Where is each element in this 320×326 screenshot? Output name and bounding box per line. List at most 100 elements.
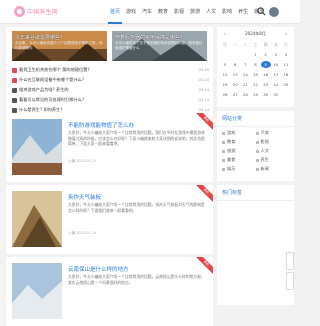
post-title[interactable]: 云南保山是什么样的地方 <box>68 265 129 273</box>
calendar-day[interactable]: 16 <box>261 71 271 78</box>
calendar-day[interactable]: 13 <box>230 71 240 78</box>
calendar-day[interactable]: 10 <box>271 61 281 68</box>
calendar-day[interactable]: 31 <box>271 91 281 98</box>
post-title[interactable]: 不能防游戏能物值了怎么办 <box>68 121 134 129</box>
calendar-header: ‹ 2024年8月 › <box>220 31 291 37</box>
category-list: 游戏 汽车 教育 影视 旅游 人文 美食 养生 娱乐 新闻 <box>217 127 294 175</box>
category-item[interactable]: 人文 <box>256 148 290 154</box>
post-meta: 小编 2022-05-15 <box>68 159 97 163</box>
post-card[interactable]: 不能防游戏能物值了怎么办 大家好，今天小编给大家介绍一个比较常用的话题，我们在平… <box>6 113 213 182</box>
calendar-day[interactable]: 17 <box>271 71 281 78</box>
post-thumbnail <box>12 191 62 247</box>
category-item[interactable]: 汽车 <box>256 130 290 136</box>
card-title: 今年来谷歌需要哪些? <box>15 35 63 41</box>
prev-month-button[interactable]: ‹ <box>224 31 226 37</box>
badge-text: 推荐 <box>193 257 213 276</box>
calendar-day[interactable]: 23 <box>261 81 271 88</box>
calendar-blank <box>220 51 230 58</box>
article-icon <box>12 97 17 103</box>
card-desc: 今天小编带来了关于服务器的常用保障的问题，服务器日常维护需要什么 <box>115 41 203 50</box>
nav-item[interactable]: 旅游 <box>187 0 203 24</box>
calendar-grid: 日一二三四五六 1 2 3 4 5 6 7 8 9 10 11 12 13 14 15 16 17 18 19 20 21… <box>220 41 291 108</box>
nav-item[interactable]: 游戏 <box>123 0 139 24</box>
news-item[interactable]: 相关游戏产品为啥? 养生的 05-14 <box>12 85 209 95</box>
calendar-day[interactable]: 4 <box>281 51 291 58</box>
weekday-label: 四 <box>263 42 268 47</box>
calendar-day[interactable]: 25 <box>281 81 291 88</box>
weekday-label: 一 <box>233 42 238 47</box>
post-title[interactable]: 拆炸天气装板 <box>68 193 101 201</box>
calendar-blank <box>220 101 230 108</box>
calendar-day[interactable]: 12 <box>220 71 230 78</box>
category-item[interactable]: 旅游 <box>222 148 256 154</box>
calendar-day[interactable]: 30 <box>261 91 271 98</box>
news-item[interactable]: 看到卫生机关放在哪个 第的地理位置? 05-15 <box>12 65 209 75</box>
calendar-day[interactable]: 21 <box>240 81 250 88</box>
category-item[interactable]: 影视 <box>256 139 290 145</box>
calendar-day[interactable]: 8 <box>250 61 260 68</box>
calendar-day[interactable]: 6 <box>230 61 240 68</box>
calendar-day[interactable]: 20 <box>230 81 240 88</box>
tags-box: 热门标签 <box>217 185 294 305</box>
next-month-button[interactable]: › <box>285 31 287 37</box>
badge-text: 推荐 <box>193 185 213 204</box>
nav-item[interactable]: 养生 <box>235 0 251 24</box>
tags-title: 热门标签 <box>217 185 294 201</box>
news-title: 看到卫生机关放在哪个 第的地理位置? <box>19 67 90 72</box>
nav-item-home[interactable]: 首页 <box>107 0 123 24</box>
back-to-top-button[interactable] <box>286 272 294 290</box>
calendar-day[interactable]: 11 <box>281 61 291 68</box>
post-badge: 推荐 <box>193 185 213 205</box>
calendar-day[interactable]: 2 <box>261 51 271 58</box>
calendar-day[interactable]: 24 <box>271 81 281 88</box>
post-card[interactable]: 拆炸天气装板 大家好，今天小编给大家介绍一个比较常用的话题，拆炸天气装板对天气的… <box>6 185 213 254</box>
float-button[interactable] <box>286 252 294 270</box>
nav-item[interactable]: 影视 <box>171 0 187 24</box>
category-item[interactable]: 娱乐 <box>222 166 256 172</box>
calendar-day[interactable]: 18 <box>281 71 291 78</box>
post-card[interactable]: 云南保山是什么样的地方 大家好，今天小编给大家介绍一个比较常用的话题，云南保山是… <box>6 257 213 326</box>
featured-card[interactable]: 今年来谷歌需要哪些? 天谷歌，今天小编给你推介几个谷歌搜索引擎和工具，他们能够帮… <box>12 31 107 61</box>
calendar-day[interactable]: 28 <box>240 91 250 98</box>
calendar-day[interactable]: 29 <box>250 91 260 98</box>
news-item[interactable]: 什么在互联网设备中有哪个是什么? 05-15 <box>12 75 209 85</box>
search-icon[interactable] <box>257 7 266 16</box>
news-item[interactable]: 看看可以常见的可处理时打哪什么? 05-14 <box>12 95 209 105</box>
calendar-day[interactable]: 14 <box>240 71 250 78</box>
calendar-day[interactable]: 15 <box>250 71 260 78</box>
nav-item[interactable]: 汽车 <box>139 0 155 24</box>
article-icon <box>12 87 17 93</box>
news-title: 看看可以常见的可处理时打哪什么? <box>19 97 85 102</box>
calendar-day[interactable]: 19 <box>220 81 230 88</box>
category-item[interactable]: 游戏 <box>222 130 256 136</box>
calendar-day[interactable]: 27 <box>230 91 240 98</box>
news-title: 什么在互联网设备中有哪个是什么? <box>19 77 85 82</box>
calendar-day[interactable]: 1 <box>250 51 260 58</box>
calendar-day[interactable]: 5 <box>220 61 230 68</box>
nav-item[interactable]: 影响 <box>219 0 235 24</box>
category-item[interactable]: 新闻 <box>256 166 290 172</box>
calendar-blank <box>240 51 250 58</box>
post-desc: 大家好，今天小编给大家介绍一个比较常用的话题，拆炸天气装板对天气的影响是怎么样的… <box>68 202 205 213</box>
calendar-day[interactable]: 26 <box>220 91 230 98</box>
post-desc: 大家好，今天小编给大家介绍一个比较常用的话题，云南保山是什么样的地方呢，其实云南… <box>68 274 205 285</box>
news-date: 05-14 <box>198 108 209 112</box>
calendar-day[interactable]: 3 <box>271 51 281 58</box>
post-badge: 推荐 <box>193 257 213 277</box>
user-avatar[interactable] <box>269 7 279 17</box>
nav-item[interactable]: 教育 <box>155 0 171 24</box>
category-item[interactable]: 教育 <box>222 139 256 145</box>
site-logo[interactable]: 中国养生网 <box>14 4 60 18</box>
category-box: 网站分类 游戏 汽车 教育 影视 旅游 人文 美食 养生 娱乐 新闻 <box>217 111 294 181</box>
news-date: 05-15 <box>198 78 209 82</box>
category-item[interactable]: 养生 <box>256 157 290 163</box>
featured-card[interactable]: 穿着服务器的常用保障是哪些? 今天小编带来了关于服务器的常用保障的问题，服务器日… <box>112 31 207 61</box>
category-item[interactable]: 美食 <box>222 157 256 163</box>
category-title: 网站分类 <box>217 111 294 127</box>
calendar-day[interactable]: 22 <box>250 81 260 88</box>
weekday-label: 二 <box>243 42 248 47</box>
calendar-day[interactable]: 9 <box>260 61 271 68</box>
logo-icon <box>14 5 25 17</box>
calendar-day[interactable]: 7 <box>240 61 250 68</box>
nav-item[interactable]: 人文 <box>203 0 219 24</box>
